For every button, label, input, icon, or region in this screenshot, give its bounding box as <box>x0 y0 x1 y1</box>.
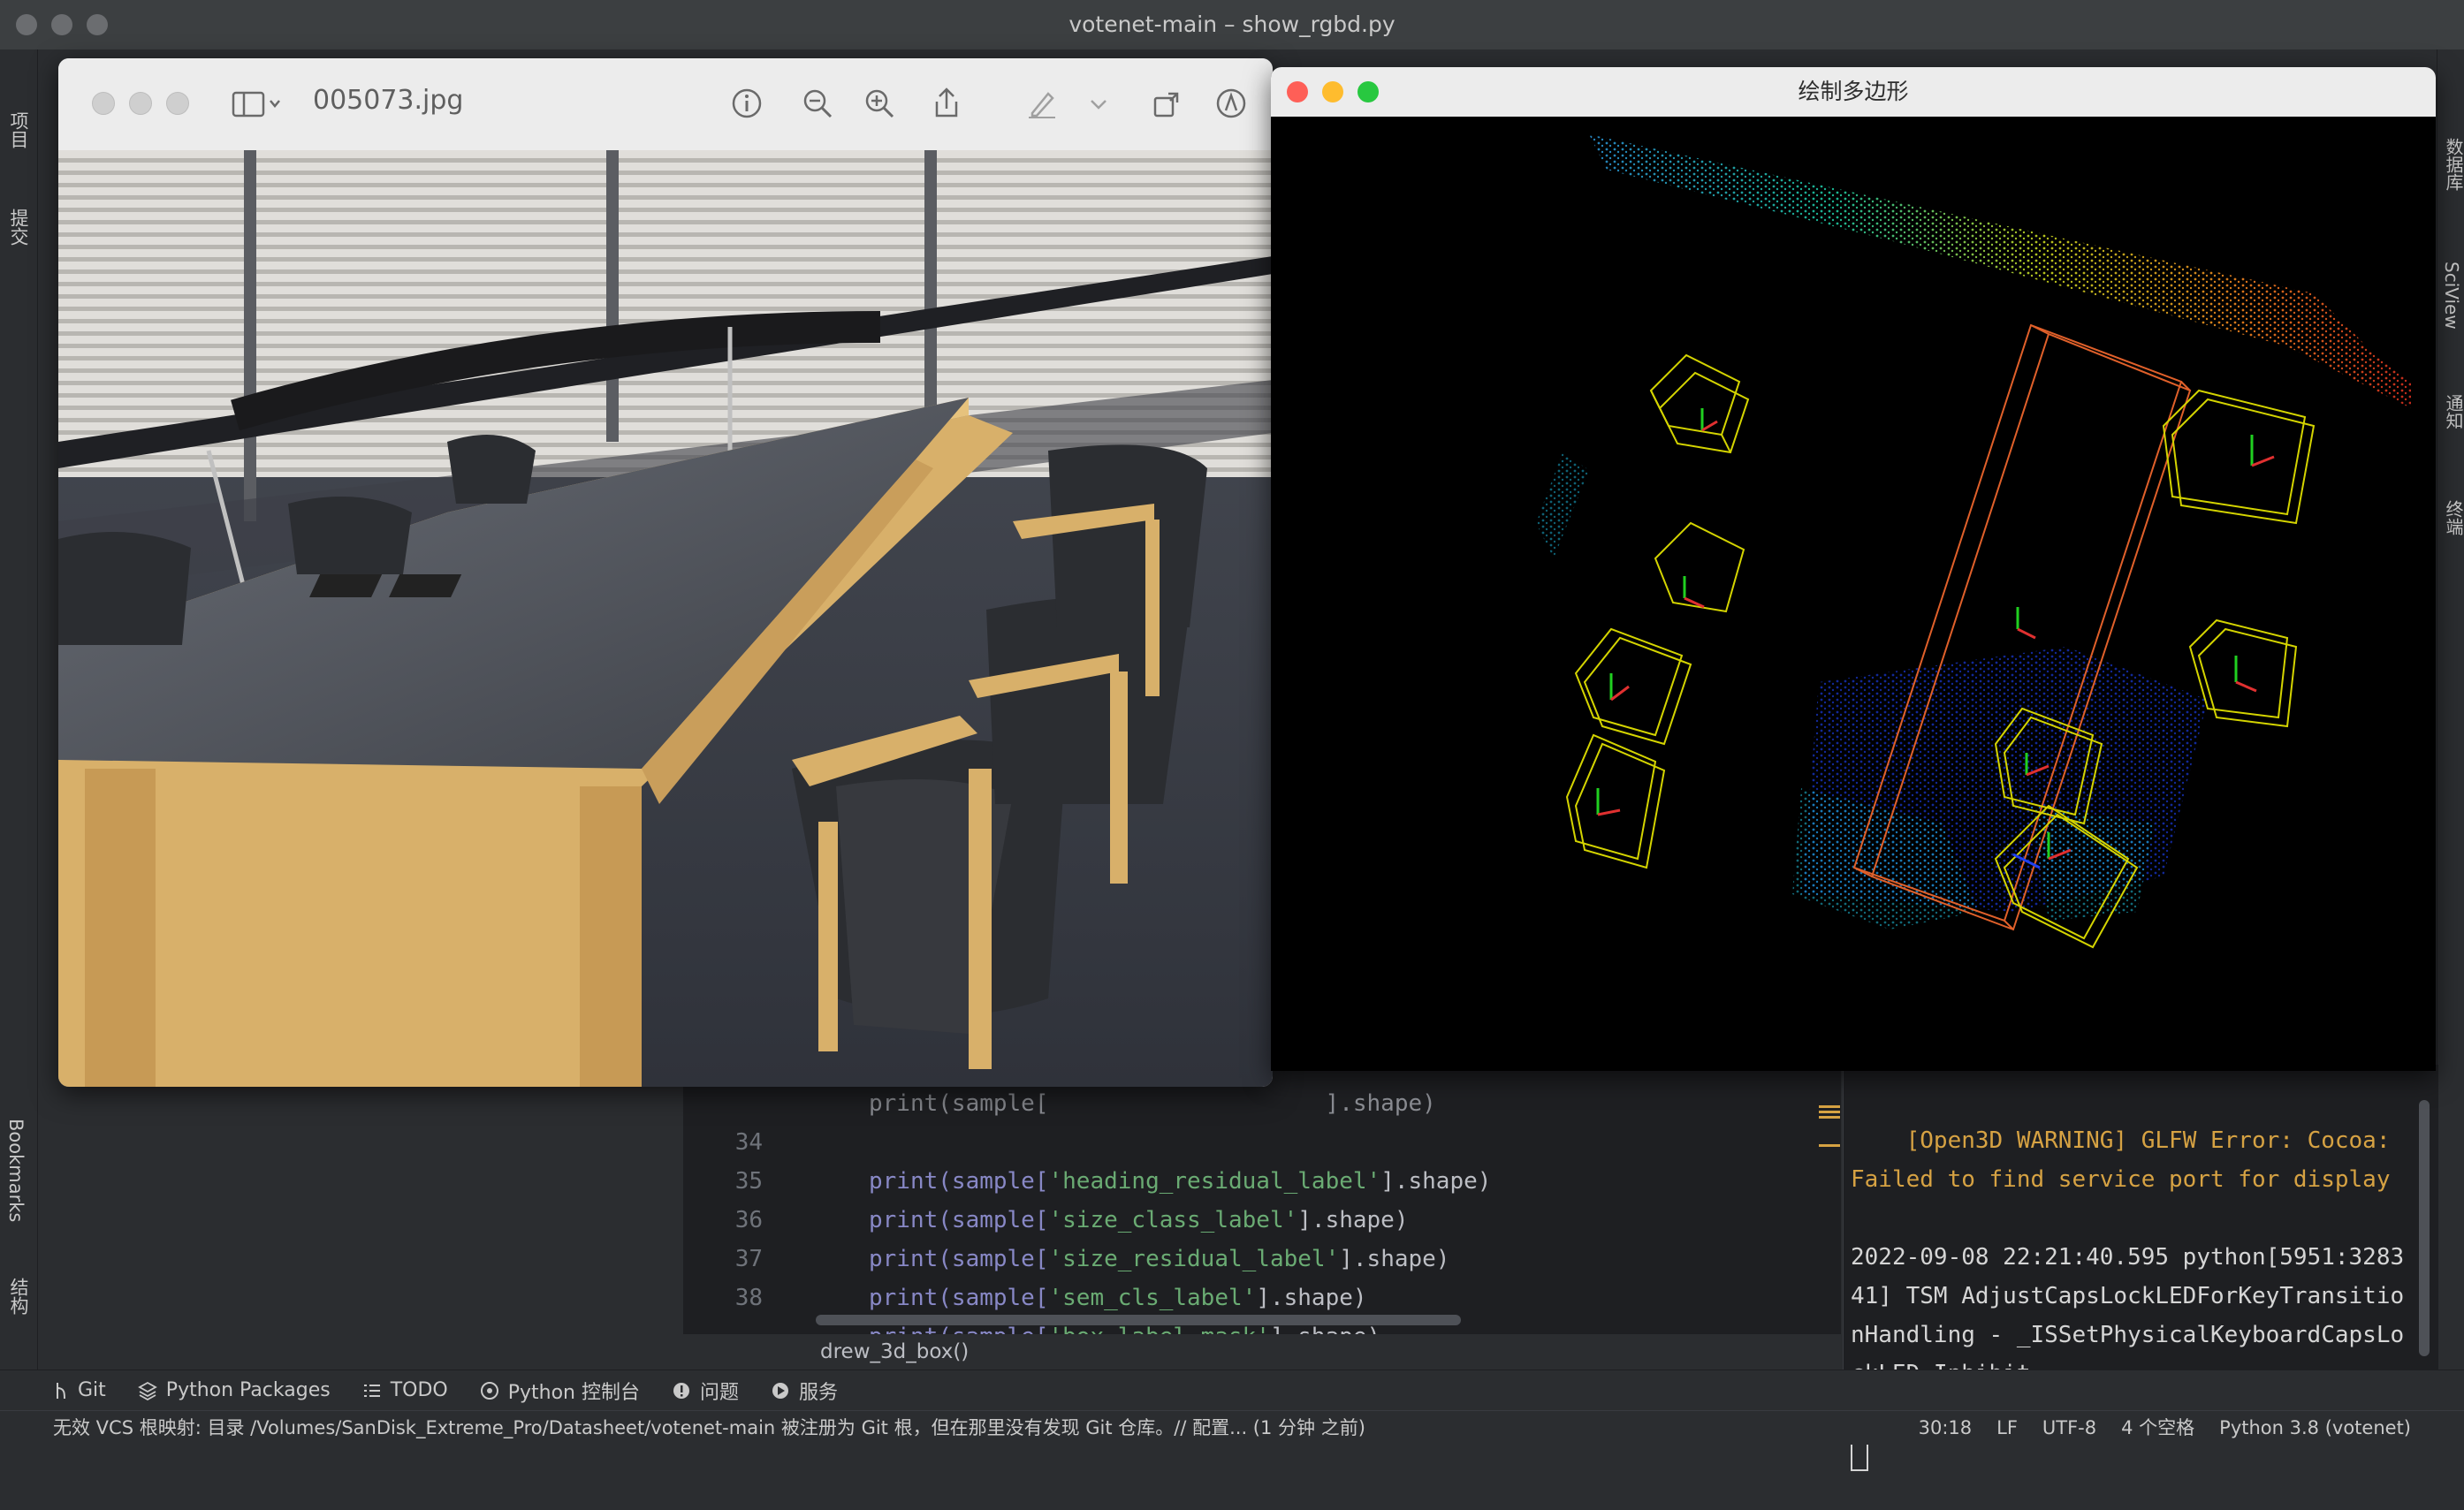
tab-commit[interactable]: 提交 <box>5 209 32 246</box>
preview-toolbar: 005073.jpg <box>58 58 1273 151</box>
open3d-window: 绘制多边形 <box>1271 67 2436 1071</box>
open3d-title-bar: 绘制多边形 <box>1271 67 2436 118</box>
status-encoding[interactable]: UTF-8 <box>2042 1411 2096 1445</box>
code-editor[interactable]: print(sample[ ].shape) 34 print(sample['… <box>683 1065 1841 1370</box>
left-tool-strip: 项目 提交 Bookmarks 结构 <box>0 49 38 1414</box>
sidebar-toggle-icon[interactable] <box>232 90 281 118</box>
right-tool-strip: 数据库 SciView 通知 终端 <box>2437 49 2464 1414</box>
preview-window: 005073.jpg <box>58 58 1273 1087</box>
play-icon <box>772 1382 788 1399</box>
info-icon <box>673 1382 689 1399</box>
zoom-button[interactable] <box>1357 81 1379 102</box>
tab-structure[interactable]: 结构 <box>5 1278 32 1315</box>
zoom-in-icon[interactable] <box>863 87 896 120</box>
preview-file-name: 005073.jpg <box>313 85 464 116</box>
code-line[interactable]: 36 print(sample['size_residual_label'].s… <box>683 1162 1450 1272</box>
zoom-out-icon[interactable] <box>801 87 834 120</box>
console-warning: [Open3D WARNING] GLFW Error: Cocoa: Fail… <box>1851 1127 2405 1193</box>
list-icon <box>363 1384 380 1397</box>
status-interpreter[interactable]: Python 3.8 (votenet) <box>2219 1411 2411 1445</box>
tool-problems[interactable]: 问题 <box>672 1377 739 1405</box>
code-line[interactable]: 38 print(sample['box_label_mask'].shape) <box>683 1240 1381 1350</box>
status-line-separator[interactable]: LF <box>1996 1411 2018 1445</box>
ide-window-title: votenet-main – show_rgbd.py <box>1068 11 1396 37</box>
ide-window-controls[interactable] <box>16 14 108 35</box>
share-icon[interactable] <box>930 87 963 120</box>
ide-title-bar: votenet-main – show_rgbd.py <box>0 0 2464 49</box>
markup-icon[interactable] <box>1214 87 1248 120</box>
tab-bookmarks[interactable]: Bookmarks <box>5 1119 27 1222</box>
tool-window-bar: Git Python Packages TODO Python 控制台 问题 服… <box>0 1370 2464 1410</box>
console-log: 2022-09-08 22:21:40.595 python[5951:3283… <box>1851 1244 2405 1387</box>
tab-sciview[interactable]: SciView <box>2441 262 2462 330</box>
code-line[interactable]: 35 print(sample['size_class_label'].shap… <box>683 1123 1409 1233</box>
room-image <box>58 150 1273 1087</box>
console-output: [Open3D WARNING] GLFW Error: Cocoa: Fail… <box>1851 1082 2416 1510</box>
info-icon[interactable] <box>730 87 764 120</box>
close-button[interactable] <box>1287 81 1308 102</box>
code-line[interactable]: 34 print(sample['heading_residual_label'… <box>683 1084 1492 1195</box>
chevron-down-icon[interactable] <box>1087 87 1121 120</box>
minimize-button[interactable] <box>1322 81 1343 102</box>
editor-breadcrumb[interactable]: drew_3d_box() <box>683 1334 1841 1370</box>
rotate-icon[interactable] <box>1151 87 1184 120</box>
tab-project[interactable]: 项目 <box>5 111 32 148</box>
tool-git[interactable]: Git <box>53 1379 106 1401</box>
status-message[interactable]: 无效 VCS 根映射: 目录 /Volumes/SanDisk_Extreme_… <box>53 1411 1365 1445</box>
tool-todo[interactable]: TODO <box>362 1379 448 1401</box>
editor-horizontal-scrollbar[interactable] <box>816 1315 1461 1325</box>
tab-notifications[interactable]: 通知 <box>2441 394 2464 429</box>
tab-database[interactable]: 数据库 <box>2441 138 2464 191</box>
status-bar: 无效 VCS 根映射: 目录 /Volumes/SanDisk_Extreme_… <box>0 1410 2464 1445</box>
packages-icon <box>137 1381 157 1400</box>
open3d-window-title: 绘制多边形 <box>1798 79 1909 104</box>
git-icon <box>57 1382 65 1399</box>
status-indent[interactable]: 4 个空格 <box>2121 1411 2194 1445</box>
status-caret-position[interactable]: 30:18 <box>1919 1411 1973 1445</box>
tool-python-packages[interactable]: Python Packages <box>137 1379 331 1401</box>
code-line[interactable]: 39 <box>683 1279 739 1305</box>
tab-terminal[interactable]: 终端 <box>2441 500 2464 535</box>
point-cloud-canvas[interactable] <box>1271 117 2436 1071</box>
code-line[interactable]: 37 print(sample['sem_cls_label'].shape) <box>683 1201 1367 1311</box>
photo-conference-room <box>58 150 1273 1087</box>
console-scrollbar[interactable] <box>2419 1100 2430 1356</box>
preview-window-controls[interactable] <box>92 92 189 115</box>
run-console[interactable]: [Open3D WARNING] GLFW Error: Cocoa: Fail… <box>1819 1065 2438 1471</box>
tool-python-console[interactable]: Python 控制台 <box>480 1377 640 1405</box>
console-menu-icon[interactable] <box>1817 1100 1842 1153</box>
python-icon <box>480 1381 498 1400</box>
tool-services[interactable]: 服务 <box>771 1377 838 1405</box>
open3d-window-controls[interactable] <box>1287 81 1379 102</box>
markup-pen-icon[interactable] <box>1025 87 1059 120</box>
